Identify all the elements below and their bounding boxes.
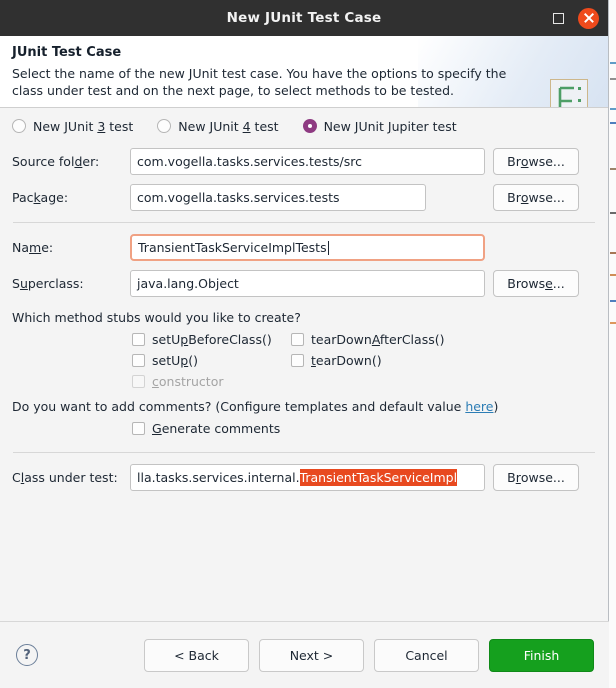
package-label: Package: (12, 190, 69, 205)
class-under-test-browse-button[interactable]: Br owse... (493, 464, 579, 491)
source-folder-input[interactable]: com.vogella.tasks.services.tests/src (130, 148, 485, 175)
radio-indicator-selected (302, 119, 317, 133)
checkbox-indicator (132, 422, 145, 435)
title-bar: New JUnit Test Case (0, 0, 608, 36)
superclass-input[interactable]: java.lang.Object (130, 270, 485, 297)
cancel-button[interactable]: Cancel (374, 638, 479, 672)
source-folder-browse-button[interactable]: Br o wse... (493, 148, 579, 175)
checkbox-constructor: constructor (132, 374, 269, 389)
window-controls (553, 0, 599, 36)
footer-buttons: < Back Next > Cancel Finish (144, 638, 594, 672)
superclass-label: Superclass: (12, 276, 84, 291)
checkbox-setupbeforeclass[interactable]: setUpBeforeClass() (132, 332, 272, 347)
junit-wizard-icon (550, 79, 588, 107)
test-kind-radio-group: New JUnit 3 test New JUnit 4 test New JU… (12, 113, 596, 139)
checkbox-setup[interactable]: setUp() (132, 353, 269, 368)
name-label: Name: (12, 240, 54, 255)
radio-label: New JUnit 3 test (33, 118, 134, 134)
package-browse-button[interactable]: Br o wse... (493, 184, 579, 211)
generate-comments-row: Generate comments (132, 418, 596, 439)
checkbox-label: tearDownAfterClass() (311, 332, 445, 347)
checkbox-label: setUp() (152, 353, 198, 368)
next-button[interactable]: Next > (259, 638, 364, 672)
dialog-body: New JUnit 3 test New JUnit 4 test New JU… (0, 113, 608, 657)
name-input[interactable]: TransientTaskServiceImplTests (130, 234, 485, 261)
radio-indicator (12, 119, 26, 133)
method-stubs-group: setUpBeforeClass() tearDownAfterClass() … (132, 329, 596, 392)
wizard-header: JUnit Test Case Select the name of the n… (0, 36, 608, 108)
comments-question: Do you want to add comments? (Configure … (12, 399, 499, 414)
class-under-test-label: Class under test: (12, 470, 118, 485)
maximize-icon[interactable] (553, 12, 564, 24)
text-caret (327, 240, 329, 255)
close-icon[interactable] (578, 7, 599, 29)
radio-label: New JUnit 4 test (178, 118, 279, 134)
configure-templates-link[interactable]: here (465, 399, 493, 414)
checkbox-indicator (132, 354, 145, 367)
checkbox-label: Generate comments (152, 421, 281, 436)
radio-new-junit-4-test[interactable]: New JUnit 4 test (157, 118, 279, 134)
superclass-row: Superclass: java.lang.Object Brows e... (12, 270, 596, 297)
background-editor-strip (608, 0, 616, 688)
checkbox-indicator (132, 375, 145, 388)
method-stubs-question: Which method stubs would you like to cre… (12, 310, 301, 325)
help-icon[interactable]: ? (16, 644, 38, 666)
source-folder-label: Source folder: (12, 154, 100, 169)
finish-button[interactable]: Finish (489, 638, 594, 672)
checkbox-indicator (132, 333, 145, 346)
new-junit-test-case-dialog: New JUnit Test Case JUnit Test Case Sele… (0, 0, 609, 688)
divider-bottom (13, 452, 595, 453)
divider-top (13, 222, 595, 223)
checkbox-generate-comments[interactable]: Generate comments (132, 421, 280, 436)
checkbox-indicator (291, 354, 304, 367)
page-title: JUnit Test Case (12, 45, 122, 60)
name-row: Name: TransientTaskServiceImplTests (12, 234, 596, 261)
superclass-browse-button[interactable]: Brows e... (493, 270, 579, 297)
radio-new-junit-jupiter-test[interactable]: New JUnit Jupiter test (302, 118, 457, 134)
class-under-test-row: Class under test: lla.tasks.services.int… (12, 464, 596, 491)
radio-indicator (157, 119, 172, 133)
source-folder-row: Source folder: com.vogella.tasks.service… (12, 148, 596, 175)
radio-new-junit-3-test[interactable]: New JUnit 3 test (12, 119, 133, 134)
package-input[interactable]: com.vogella.tasks.services.tests (130, 184, 426, 211)
checkbox-label: tearDown() (311, 353, 382, 368)
checkbox-teardownafterclass[interactable]: tearDownAfterClass() (291, 332, 451, 347)
checkbox-indicator (291, 333, 304, 346)
back-button[interactable]: < Back (144, 638, 249, 672)
package-row: Package: com.vogella.tasks.services.test… (12, 184, 596, 211)
radio-label: New JUnit Jupiter test (323, 118, 457, 134)
window-title: New JUnit Test Case (226, 10, 382, 26)
class-under-test-input[interactable]: lla.tasks.services.internal. TransientTas… (130, 464, 485, 491)
checkbox-label: constructor (152, 374, 224, 389)
dialog-footer: ? < Back Next > Cancel Finish (0, 621, 609, 688)
page-description: Select the name of the new JUnit test ca… (12, 66, 507, 98)
selected-text: TransientTaskServiceImpl (299, 469, 458, 486)
checkbox-label: setUpBeforeClass() (152, 332, 272, 347)
checkbox-teardown[interactable]: tearDown() (291, 353, 451, 368)
